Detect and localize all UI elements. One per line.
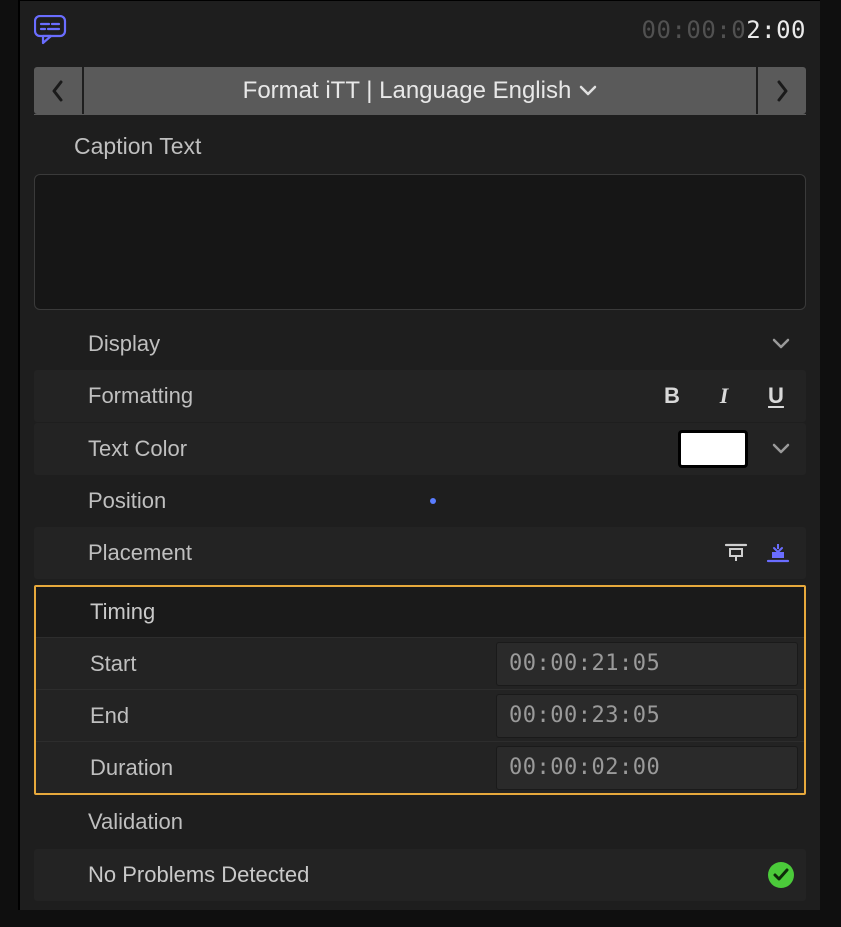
timing-duration-row: Duration 00:00:02:00	[36, 741, 804, 793]
format-language-label: Format iTT | Language English	[243, 77, 572, 105]
caption-text-input[interactable]	[34, 174, 806, 310]
text-color-expand-chevron[interactable]	[772, 443, 790, 455]
caption-bubble-icon	[34, 15, 68, 45]
underline-button[interactable]: U	[762, 383, 790, 409]
text-color-swatch[interactable]	[678, 430, 748, 468]
chevron-down-icon	[772, 338, 790, 350]
placement-top-button[interactable]	[724, 544, 748, 562]
placement-bottom-button[interactable]	[766, 544, 790, 562]
timing-end-row: End 00:00:23:05	[36, 689, 804, 741]
text-color-label: Text Color	[88, 436, 678, 462]
timing-highlight-region: Timing Start 00:00:21:05 End 00:00:23:05…	[34, 585, 806, 795]
display-row[interactable]: Display	[34, 318, 806, 370]
validation-label: Validation	[34, 795, 806, 849]
timing-start-row: Start 00:00:21:05	[36, 637, 804, 689]
format-language-nav: Format iTT | Language English	[34, 67, 806, 115]
text-color-row: Text Color	[34, 423, 806, 475]
chevron-right-icon	[775, 80, 789, 102]
placement-label: Placement	[88, 540, 724, 566]
prev-caption-button[interactable]	[34, 67, 82, 114]
italic-button[interactable]: I	[710, 383, 738, 409]
placement-row: Placement	[34, 527, 806, 579]
timecode-bright: 2:00	[746, 16, 806, 44]
timing-start-input[interactable]: 00:00:21:05	[496, 642, 798, 686]
timing-end-label: End	[36, 703, 496, 729]
align-bottom-icon	[766, 543, 790, 563]
timing-header: Timing	[36, 587, 804, 637]
validation-status-row: No Problems Detected	[34, 849, 806, 901]
checkmark-icon	[773, 868, 789, 882]
validation-status-text: No Problems Detected	[88, 862, 309, 888]
formatting-label: Formatting	[88, 383, 658, 409]
display-expand-chevron[interactable]	[772, 338, 790, 350]
top-bar: 00:00:02:00	[20, 1, 820, 59]
timing-end-input[interactable]: 00:00:23:05	[496, 694, 798, 738]
bold-button[interactable]: B	[658, 383, 686, 409]
timing-start-label: Start	[36, 651, 496, 677]
chevron-down-icon	[579, 85, 597, 97]
validation-ok-icon	[768, 862, 794, 888]
chevron-left-icon	[51, 80, 65, 102]
position-indicator-dot	[430, 498, 436, 504]
formatting-row: Formatting B I U	[34, 370, 806, 422]
caption-inspector-panel: 00:00:02:00 Format iTT | Language Englis…	[20, 0, 820, 910]
timecode-dim: 00:00:0	[642, 16, 747, 44]
next-caption-button[interactable]	[758, 67, 806, 114]
timing-duration-input[interactable]: 00:00:02:00	[496, 746, 798, 790]
position-row: Position	[34, 475, 806, 527]
format-language-dropdown[interactable]: Format iTT | Language English	[84, 67, 756, 114]
position-label: Position	[88, 488, 790, 514]
timing-duration-label: Duration	[36, 755, 496, 781]
chevron-down-icon	[772, 443, 790, 455]
header-timecode: 00:00:02:00	[642, 16, 806, 44]
align-top-icon	[724, 543, 748, 563]
caption-text-label: Caption Text	[20, 115, 820, 170]
display-label: Display	[88, 331, 772, 357]
